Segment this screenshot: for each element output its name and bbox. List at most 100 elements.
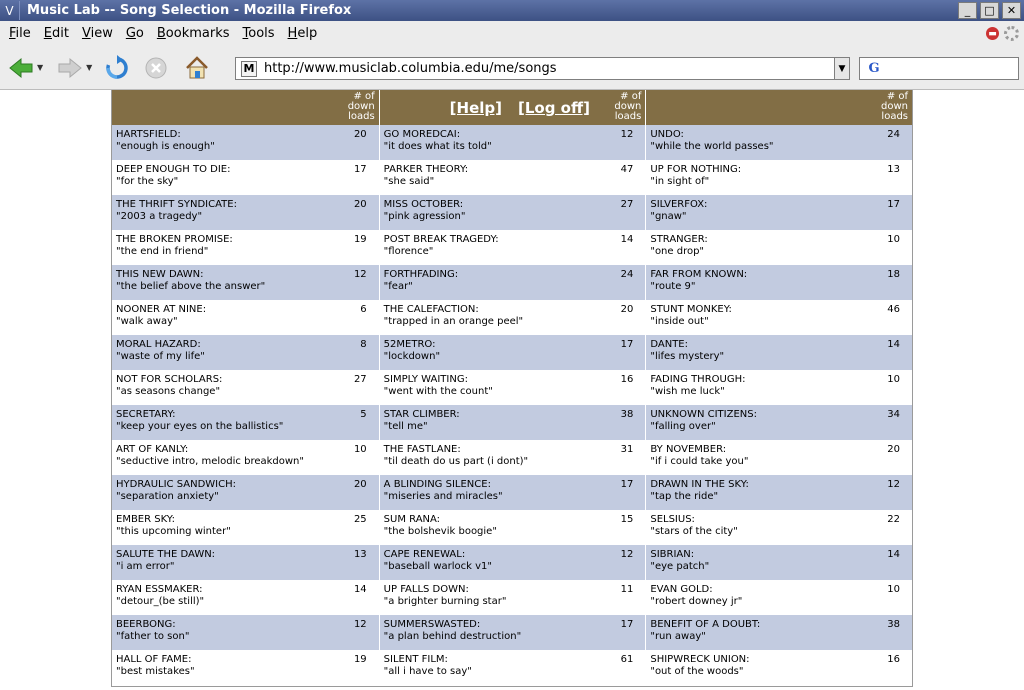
song-cell[interactable]: SECRETARY: "keep your eyes on the ballist…: [112, 405, 379, 440]
maximize-button[interactable]: □: [980, 2, 999, 19]
song-title[interactable]: "seductive intro, melodic breakdown": [116, 456, 375, 468]
song-title[interactable]: "in sight of": [650, 176, 908, 188]
band-name[interactable]: SUM RANA:: [384, 514, 642, 526]
band-name[interactable]: CAPE RENEWAL:: [384, 549, 642, 561]
menu-bookmarks[interactable]: Bookmarks: [152, 26, 238, 41]
song-title[interactable]: "trapped in an orange peel": [384, 316, 642, 328]
song-title[interactable]: "the belief above the answer": [116, 281, 375, 293]
song-title[interactable]: "the end in friend": [116, 246, 375, 258]
band-name[interactable]: SECRETARY:: [116, 409, 375, 421]
band-name[interactable]: 52METRO:: [384, 339, 642, 351]
band-name[interactable]: BY NOVEMBER:: [650, 444, 908, 456]
song-cell[interactable]: THE FASTLANE: "til death do us part (i do…: [379, 440, 646, 475]
song-title[interactable]: "keep your eyes on the ballistics": [116, 421, 375, 433]
band-name[interactable]: SUMMERSWASTED:: [384, 619, 642, 631]
song-title[interactable]: "detour_(be still)": [116, 596, 375, 608]
band-name[interactable]: SHIPWRECK UNION:: [650, 654, 908, 666]
help-link[interactable]: [Help]: [450, 99, 502, 117]
song-title[interactable]: "father to son": [116, 631, 375, 643]
song-cell[interactable]: FORTHFADING: "fear" 24: [379, 265, 646, 300]
song-title[interactable]: "fear": [384, 281, 642, 293]
song-cell[interactable]: SILENT FILM: "all i have to say" 61: [379, 650, 646, 685]
logoff-link[interactable]: [Log off]: [518, 99, 590, 117]
window-menu-button[interactable]: V: [0, 1, 20, 20]
band-name[interactable]: THE FASTLANE:: [384, 444, 642, 456]
song-cell[interactable]: UNKNOWN CITIZENS: "falling over" 34: [646, 405, 912, 440]
song-cell[interactable]: NOONER AT NINE: "walk away" 6: [112, 300, 379, 335]
song-cell[interactable]: STAR CLIMBER: "tell me" 38: [379, 405, 646, 440]
song-cell[interactable]: A BLINDING SILENCE: "miseries and miracle…: [379, 475, 646, 510]
band-name[interactable]: POST BREAK TRAGEDY:: [384, 234, 642, 246]
band-name[interactable]: UNDO:: [650, 129, 908, 141]
song-title[interactable]: "she said": [384, 176, 642, 188]
band-name[interactable]: NOONER AT NINE:: [116, 304, 375, 316]
song-cell[interactable]: DANTE: "lifes mystery" 14: [646, 335, 912, 370]
band-name[interactable]: GO MOREDCAI:: [384, 129, 642, 141]
song-title[interactable]: "eye patch": [650, 561, 908, 573]
url-bar[interactable]: M http://www.musiclab.columbia.edu/me/so…: [235, 57, 850, 80]
song-title[interactable]: "tap the ride": [650, 491, 908, 503]
band-name[interactable]: THE THRIFT SYNDICATE:: [116, 199, 375, 211]
song-cell[interactable]: THE BROKEN PROMISE: "the end in friend" 19: [112, 230, 379, 265]
song-title[interactable]: "gnaw": [650, 211, 908, 223]
song-cell[interactable]: THE CALEFACTION: "trapped in an orange pe…: [379, 300, 646, 335]
band-name[interactable]: SIMPLY WAITING:: [384, 374, 642, 386]
band-name[interactable]: FAR FROM KNOWN:: [650, 269, 908, 281]
song-title[interactable]: "enough is enough": [116, 141, 375, 153]
song-title[interactable]: "as seasons change": [116, 386, 375, 398]
band-name[interactable]: BEERBONG:: [116, 619, 375, 631]
song-cell[interactable]: NOT FOR SCHOLARS: "as seasons change" 27: [112, 370, 379, 405]
song-cell[interactable]: SHIPWRECK UNION: "out of the woods" 16: [646, 650, 912, 685]
band-name[interactable]: UNKNOWN CITIZENS:: [650, 409, 908, 421]
song-title[interactable]: "baseball warlock v1": [384, 561, 642, 573]
stop-button[interactable]: [144, 53, 168, 83]
song-cell[interactable]: UP FOR NOTHING: "in sight of" 13: [646, 160, 912, 195]
song-title[interactable]: "lifes mystery": [650, 351, 908, 363]
band-name[interactable]: SELSIUS:: [650, 514, 908, 526]
band-name[interactable]: DANTE:: [650, 339, 908, 351]
forward-button[interactable]: ▼: [57, 53, 92, 83]
song-cell[interactable]: THIS NEW DAWN: "the belief above the answ…: [112, 265, 379, 300]
song-title[interactable]: "separation anxiety": [116, 491, 375, 503]
band-name[interactable]: MISS OCTOBER:: [384, 199, 642, 211]
song-cell[interactable]: SIBRIAN: "eye patch" 14: [646, 545, 912, 580]
song-title[interactable]: "pink agression": [384, 211, 642, 223]
band-name[interactable]: SALUTE THE DAWN:: [116, 549, 375, 561]
band-name[interactable]: BENEFIT OF A DOUBT:: [650, 619, 908, 631]
song-cell[interactable]: SELSIUS: "stars of the city" 22: [646, 510, 912, 545]
menu-file[interactable]: File: [4, 26, 39, 41]
song-cell[interactable]: FAR FROM KNOWN: "route 9" 18: [646, 265, 912, 300]
song-cell[interactable]: BENEFIT OF A DOUBT: "run away" 38: [646, 615, 912, 650]
minimize-button[interactable]: _: [958, 2, 977, 19]
song-title[interactable]: "i am error": [116, 561, 375, 573]
song-title[interactable]: "all i have to say": [384, 666, 642, 678]
band-name[interactable]: DEEP ENOUGH TO DIE:: [116, 164, 375, 176]
back-button[interactable]: ▼: [8, 53, 43, 83]
song-cell[interactable]: FADING THROUGH: "wish me luck" 10: [646, 370, 912, 405]
song-title[interactable]: "inside out": [650, 316, 908, 328]
band-name[interactable]: UP FOR NOTHING:: [650, 164, 908, 176]
song-cell[interactable]: SALUTE THE DAWN: "i am error" 13: [112, 545, 379, 580]
band-name[interactable]: SILVERFOX:: [650, 199, 908, 211]
band-name[interactable]: NOT FOR SCHOLARS:: [116, 374, 375, 386]
band-name[interactable]: THIS NEW DAWN:: [116, 269, 375, 281]
band-name[interactable]: DRAWN IN THE SKY:: [650, 479, 908, 491]
song-cell[interactable]: MISS OCTOBER: "pink agression" 27: [379, 195, 646, 230]
song-cell[interactable]: HYDRAULIC SANDWICH: "separation anxiety" 2…: [112, 475, 379, 510]
menu-edit[interactable]: Edit: [39, 26, 77, 41]
song-title[interactable]: "the bolshevik boogie": [384, 526, 642, 538]
song-title[interactable]: "tell me": [384, 421, 642, 433]
song-title[interactable]: "this upcoming winter": [116, 526, 375, 538]
google-icon[interactable]: G: [864, 61, 884, 77]
song-title[interactable]: "miseries and miracles": [384, 491, 642, 503]
song-title[interactable]: "til death do us part (i dont)": [384, 456, 642, 468]
band-name[interactable]: THE BROKEN PROMISE:: [116, 234, 375, 246]
song-cell[interactable]: SUMMERSWASTED: "a plan behind destruction…: [379, 615, 646, 650]
band-name[interactable]: ART OF KANLY:: [116, 444, 375, 456]
song-title[interactable]: "out of the woods": [650, 666, 908, 678]
song-cell[interactable]: CAPE RENEWAL: "baseball warlock v1" 12: [379, 545, 646, 580]
song-cell[interactable]: ART OF KANLY: "seductive intro, melodic b…: [112, 440, 379, 475]
song-title[interactable]: "a plan behind destruction": [384, 631, 642, 643]
song-title[interactable]: "route 9": [650, 281, 908, 293]
song-title[interactable]: "best mistakes": [116, 666, 375, 678]
